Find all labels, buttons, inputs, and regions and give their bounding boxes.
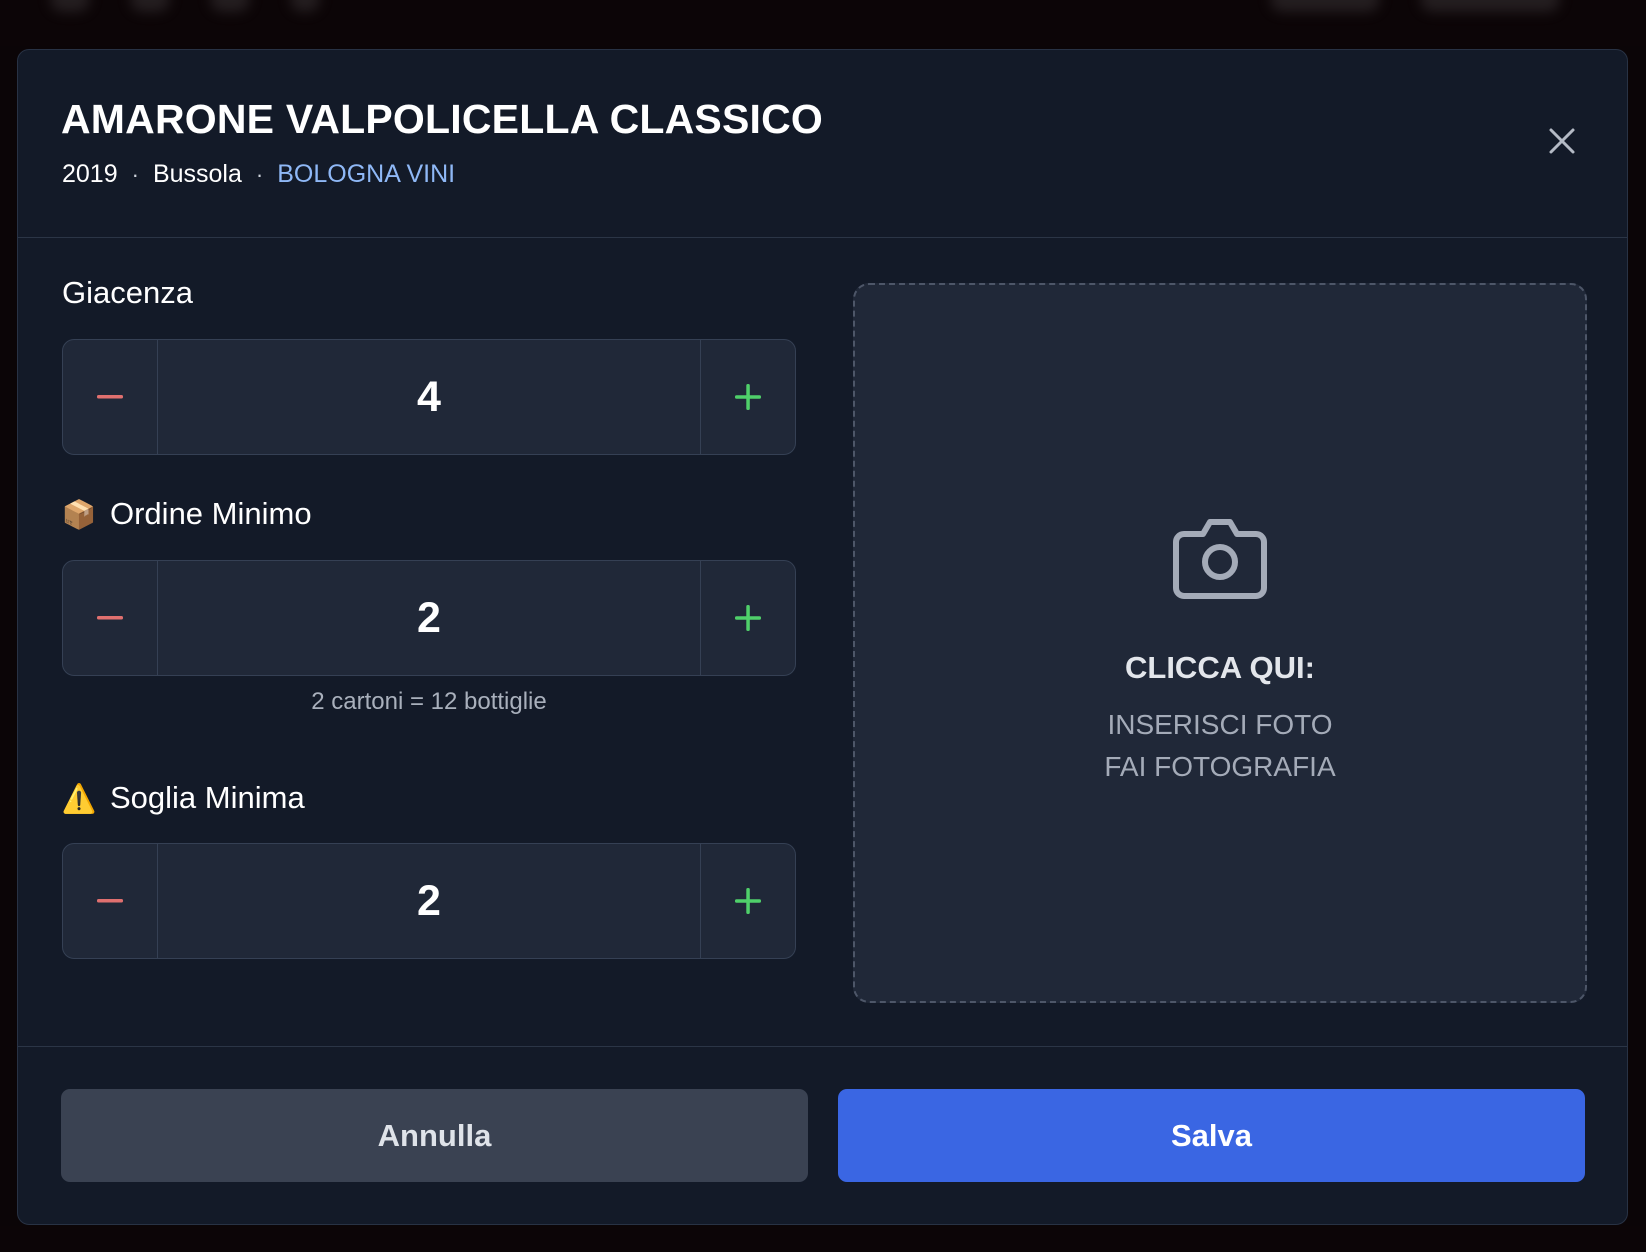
- min-threshold-increment-button[interactable]: [700, 844, 795, 958]
- distributor: BOLOGNA VINI: [277, 160, 456, 188]
- minus-icon: [97, 899, 123, 903]
- min-order-hint: 2 cartoni = 12 bottiglie: [311, 688, 547, 715]
- minus-icon: [97, 395, 123, 399]
- photo-title: CLICCA QUI:: [1125, 650, 1315, 685]
- min-order-stepper: 2: [62, 560, 796, 676]
- save-button[interactable]: Salva: [838, 1089, 1585, 1182]
- backdrop-bottom: [0, 1226, 1646, 1252]
- separator-dot: ·: [255, 161, 264, 187]
- producer: Bussola: [152, 160, 242, 188]
- stock-value[interactable]: 4: [158, 340, 700, 454]
- backdrop-top: [0, 0, 1646, 46]
- photo-upload-zone[interactable]: CLICCA QUI: INSERISCI FOTO FAI FOTOGRAFI…: [853, 283, 1587, 1003]
- min-threshold-label-text: Soglia Minima: [110, 780, 305, 815]
- package-icon: 📦: [61, 498, 97, 530]
- edit-wine-modal: AMARONE VALPOLICELLA CLASSICO 2019 · Bus…: [17, 49, 1628, 1225]
- stock-label-text: Giacenza: [62, 275, 193, 310]
- vintage: 2019: [62, 160, 118, 188]
- backdrop-blur: [1270, 0, 1380, 12]
- camera-icon: [1173, 519, 1267, 599]
- separator-dot: ·: [131, 161, 139, 187]
- wine-meta: 2019 · Bussola · BOLOGNA VINI: [62, 160, 455, 189]
- stock-stepper: 4: [62, 339, 796, 455]
- warning-icon: ⚠️: [61, 782, 97, 814]
- plus-icon: [735, 384, 761, 410]
- min-order-label-text: Ordine Minimo: [110, 496, 312, 531]
- min-order-increment-button[interactable]: [700, 561, 795, 675]
- plus-icon: [735, 888, 761, 914]
- insert-photo-text: INSERISCI FOTO: [1107, 709, 1333, 740]
- backdrop-blur: [50, 0, 90, 12]
- backdrop-blur: [210, 0, 250, 12]
- cancel-button[interactable]: Annulla: [61, 1089, 808, 1182]
- min-threshold-label: ⚠️ Soglia Minima: [62, 780, 305, 816]
- stock-decrement-button[interactable]: [63, 340, 158, 454]
- min-order-value[interactable]: 2: [158, 561, 700, 675]
- take-photo-text: FAI FOTOGRAFIA: [1104, 751, 1336, 782]
- min-threshold-value[interactable]: 2: [158, 844, 700, 958]
- modal-header: AMARONE VALPOLICELLA CLASSICO 2019 · Bus…: [18, 50, 1627, 238]
- stock-label: Giacenza: [62, 275, 193, 311]
- backdrop-blur: [130, 0, 170, 12]
- stock-increment-button[interactable]: [700, 340, 795, 454]
- backdrop-blur: [290, 0, 320, 12]
- min-threshold-decrement-button[interactable]: [63, 844, 158, 958]
- wine-title: AMARONE VALPOLICELLA CLASSICO: [61, 96, 824, 142]
- modal-footer: Annulla Salva: [18, 1046, 1627, 1224]
- min-order-label: 📦 Ordine Minimo: [62, 496, 312, 532]
- plus-icon: [735, 605, 761, 631]
- close-icon: [1549, 128, 1575, 154]
- min-order-decrement-button[interactable]: [63, 561, 158, 675]
- backdrop-blur: [1420, 0, 1560, 12]
- min-threshold-stepper: 2: [62, 843, 796, 959]
- close-button[interactable]: [1545, 124, 1579, 158]
- minus-icon: [97, 616, 123, 620]
